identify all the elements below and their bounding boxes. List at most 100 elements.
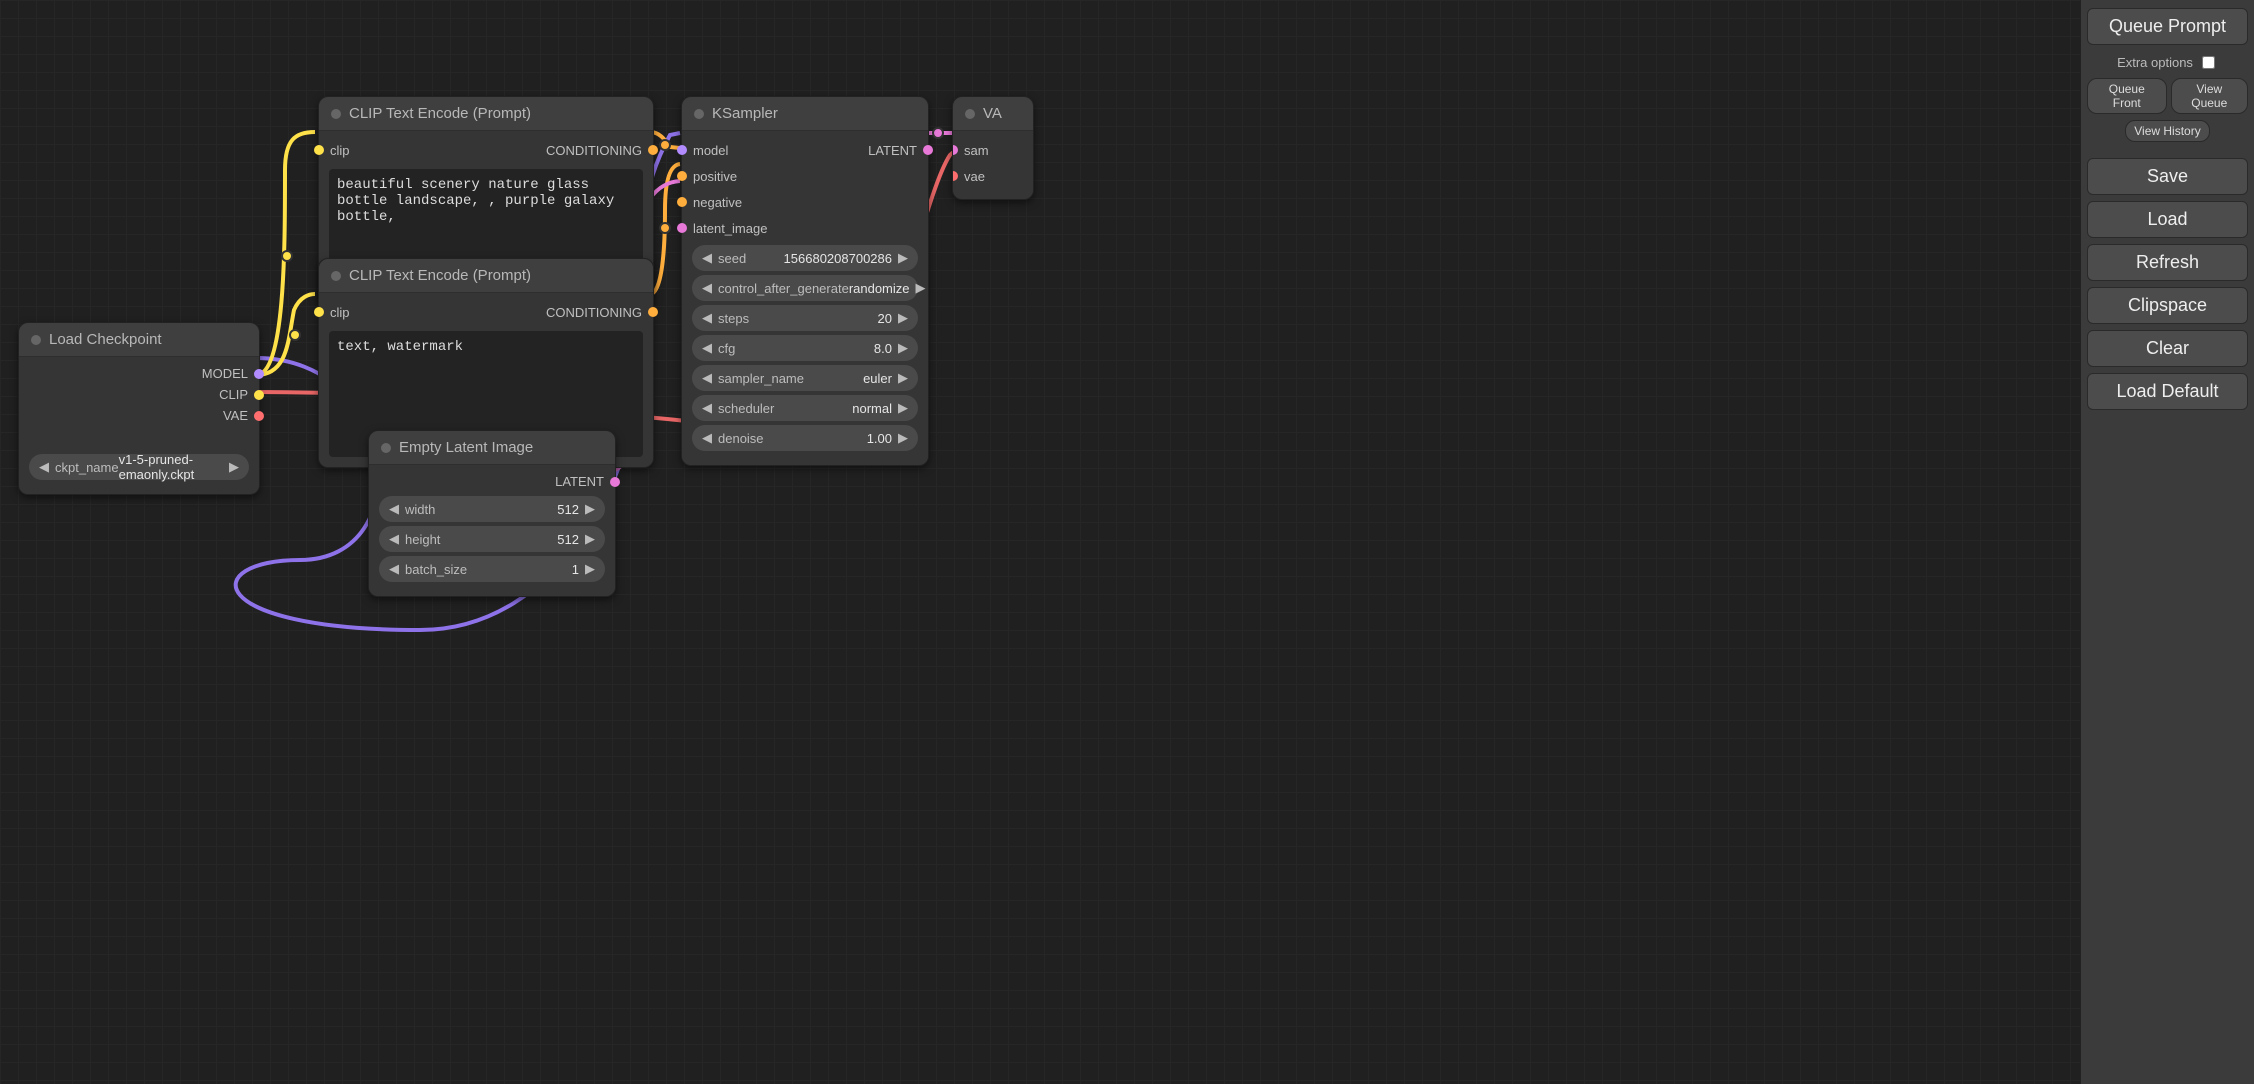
widget-value: 156680208700286 (784, 251, 894, 266)
node-graph-canvas[interactable]: Load Checkpoint MODEL CLIP VAE ◀ ckpt_na… (0, 0, 2254, 1084)
save-button[interactable]: Save (2087, 158, 2248, 195)
arrow-left-icon[interactable]: ◀ (698, 310, 716, 326)
widget-steps[interactable]: ◀steps20▶ (692, 305, 918, 331)
arrow-left-icon[interactable]: ◀ (35, 459, 53, 475)
arrow-right-icon[interactable]: ▶ (225, 459, 243, 475)
collapse-dot-icon[interactable] (31, 335, 41, 345)
arrow-left-icon[interactable]: ◀ (698, 370, 716, 386)
arrow-right-icon[interactable]: ▶ (912, 280, 930, 296)
arrow-left-icon[interactable]: ◀ (385, 561, 403, 577)
port-in-clip[interactable] (314, 145, 324, 155)
port-out-latent[interactable] (610, 477, 620, 487)
reroute-dot[interactable] (659, 222, 671, 234)
output-label-model: MODEL (202, 366, 248, 381)
collapse-dot-icon[interactable] (381, 443, 391, 453)
port-out-conditioning[interactable] (648, 145, 658, 155)
collapse-dot-icon[interactable] (965, 109, 975, 119)
widget-denoise[interactable]: ◀denoise1.00▶ (692, 425, 918, 451)
arrow-right-icon[interactable]: ▶ (581, 531, 599, 547)
arrow-right-icon[interactable]: ▶ (894, 370, 912, 386)
input-label-positive: positive (693, 169, 737, 184)
port-in-clip[interactable] (314, 307, 324, 317)
port-out-vae[interactable] (254, 411, 264, 421)
collapse-dot-icon[interactable] (694, 109, 704, 119)
port-out-conditioning[interactable] (648, 307, 658, 317)
widget-height[interactable]: ◀height512▶ (379, 526, 605, 552)
arrow-right-icon[interactable]: ▶ (894, 250, 912, 266)
node-title-text: VA (983, 105, 1002, 122)
input-label-latent-image: latent_image (693, 221, 767, 236)
clear-button[interactable]: Clear (2087, 330, 2248, 367)
widget-sampler-name[interactable]: ◀sampler_nameeuler▶ (692, 365, 918, 391)
node-title[interactable]: Empty Latent Image (369, 431, 615, 465)
port-in-latent-image[interactable] (677, 223, 687, 233)
widget-seed[interactable]: ◀seed 156680208700286▶ (692, 245, 918, 271)
port-in-positive[interactable] (677, 171, 687, 181)
arrow-right-icon[interactable]: ▶ (894, 340, 912, 356)
node-title-text: Load Checkpoint (49, 331, 162, 348)
widget-label: width (403, 502, 435, 517)
arrow-left-icon[interactable]: ◀ (698, 280, 716, 296)
node-title[interactable]: VA (953, 97, 1033, 131)
load-button[interactable]: Load (2087, 201, 2248, 238)
arrow-left-icon[interactable]: ◀ (698, 250, 716, 266)
port-in-model[interactable] (677, 145, 687, 155)
node-empty-latent-image[interactable]: Empty Latent Image LATENT ◀width512▶ ◀he… (368, 430, 616, 597)
arrow-left-icon[interactable]: ◀ (385, 531, 403, 547)
arrow-left-icon[interactable]: ◀ (698, 340, 716, 356)
port-out-clip[interactable] (254, 390, 264, 400)
widget-control-after-generate[interactable]: ◀control_after_generaterandomize▶ (692, 275, 918, 301)
widget-cfg[interactable]: ◀cfg8.0▶ (692, 335, 918, 361)
widget-scheduler[interactable]: ◀schedulernormal▶ (692, 395, 918, 421)
load-default-button[interactable]: Load Default (2087, 373, 2248, 410)
port-in-negative[interactable] (677, 197, 687, 207)
view-queue-button[interactable]: View Queue (2171, 78, 2248, 114)
collapse-dot-icon[interactable] (331, 109, 341, 119)
reroute-dot[interactable] (932, 127, 944, 139)
reroute-dot[interactable] (289, 329, 301, 341)
widget-value: 512 (557, 532, 581, 547)
node-title[interactable]: KSampler (682, 97, 928, 131)
port-in-vae[interactable] (952, 171, 958, 181)
output-label-latent: LATENT (868, 143, 917, 158)
node-title-text: CLIP Text Encode (Prompt) (349, 105, 531, 122)
widget-label: control_after_generate (716, 281, 849, 296)
widget-value: v1-5-pruned-emaonly.ckpt (119, 452, 225, 482)
port-out-model[interactable] (254, 369, 264, 379)
widget-batch-size[interactable]: ◀batch_size1▶ (379, 556, 605, 582)
widget-label: seed (716, 251, 746, 266)
node-title-text: KSampler (712, 105, 778, 122)
widget-ckpt-name[interactable]: ◀ ckpt_name v1-5-pruned-emaonly.ckpt ▶ (29, 454, 249, 480)
widget-width[interactable]: ◀width512▶ (379, 496, 605, 522)
extra-options-checkbox[interactable] (2202, 56, 2215, 69)
queue-front-button[interactable]: Queue Front (2087, 78, 2167, 114)
node-vae-decode[interactable]: VA sam vae (952, 96, 1034, 200)
node-title-text: Empty Latent Image (399, 439, 533, 456)
node-ksampler[interactable]: KSampler model LATENT positive negative … (681, 96, 929, 466)
arrow-right-icon[interactable]: ▶ (894, 400, 912, 416)
arrow-left-icon[interactable]: ◀ (698, 400, 716, 416)
port-out-latent[interactable] (923, 145, 933, 155)
arrow-left-icon[interactable]: ◀ (698, 430, 716, 446)
output-label-conditioning: CONDITIONING (546, 143, 642, 158)
input-label-samples: sam (964, 143, 989, 158)
node-title[interactable]: CLIP Text Encode (Prompt) (319, 97, 653, 131)
queue-prompt-button[interactable]: Queue Prompt (2087, 8, 2248, 45)
arrow-right-icon[interactable]: ▶ (581, 561, 599, 577)
clipspace-button[interactable]: Clipspace (2087, 287, 2248, 324)
node-title[interactable]: CLIP Text Encode (Prompt) (319, 259, 653, 293)
arrow-right-icon[interactable]: ▶ (894, 310, 912, 326)
arrow-right-icon[interactable]: ▶ (894, 430, 912, 446)
collapse-dot-icon[interactable] (331, 271, 341, 281)
node-title[interactable]: Load Checkpoint (19, 323, 259, 357)
node-load-checkpoint[interactable]: Load Checkpoint MODEL CLIP VAE ◀ ckpt_na… (18, 322, 260, 495)
refresh-button[interactable]: Refresh (2087, 244, 2248, 281)
arrow-right-icon[interactable]: ▶ (581, 501, 599, 517)
widget-value: randomize (849, 281, 912, 296)
input-label-clip: clip (330, 305, 350, 320)
port-in-samples[interactable] (952, 145, 958, 155)
view-history-button[interactable]: View History (2125, 120, 2209, 142)
reroute-dot[interactable] (281, 250, 293, 262)
arrow-left-icon[interactable]: ◀ (385, 501, 403, 517)
reroute-dot[interactable] (659, 139, 671, 151)
